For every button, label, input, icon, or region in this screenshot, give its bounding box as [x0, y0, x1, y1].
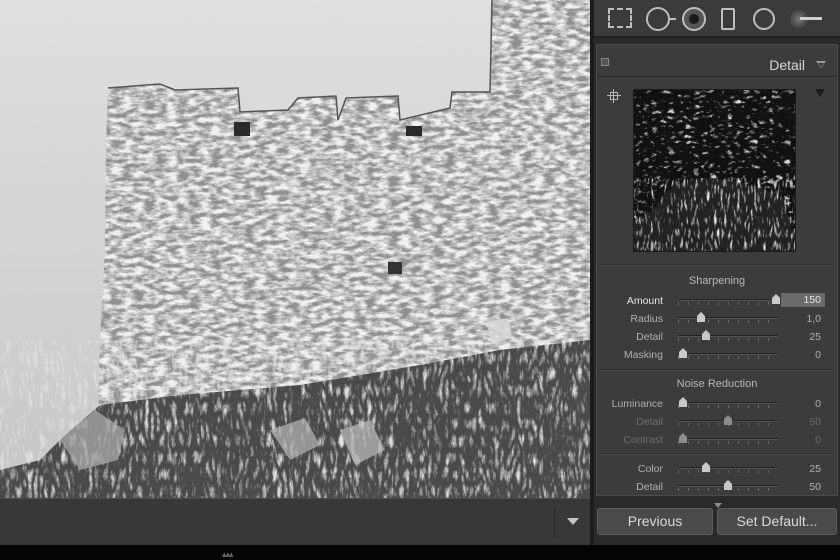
slider-ticks: [678, 338, 778, 341]
slider-row-detail[interactable]: Detail 50: [597, 478, 837, 496]
set-default-button[interactable]: Set Default...: [717, 508, 837, 535]
toolbar-menu-arrow-icon[interactable]: [567, 518, 579, 525]
slider-thumb[interactable]: [724, 480, 732, 490]
slider-track[interactable]: [678, 335, 778, 337]
slider-row-masking[interactable]: Masking 0: [597, 346, 837, 364]
slider-value[interactable]: 25: [785, 463, 821, 475]
slider-value[interactable]: 150: [781, 293, 825, 307]
slider-value[interactable]: 50: [785, 416, 821, 428]
toolbar-divider: [554, 507, 555, 537]
slider-track[interactable]: [678, 402, 778, 404]
slider-ticks: [678, 405, 778, 408]
app-window: ▴▴▴ Detail Sharpening Amount 150 Radius …: [0, 0, 840, 560]
slider-ticks: [678, 470, 778, 473]
slider-label: Color: [637, 463, 663, 475]
status-bar: ▴▴▴: [0, 545, 840, 560]
red-eye-icon[interactable]: [682, 7, 706, 31]
slider-label: Detail: [636, 331, 663, 343]
slider-thumb[interactable]: [772, 294, 780, 304]
slider-label: Radius: [630, 313, 663, 325]
slider-label: Detail: [636, 416, 663, 428]
crop-overlay-icon[interactable]: [608, 8, 632, 28]
slider-value[interactable]: 0: [785, 398, 821, 410]
panel-title: Detail: [769, 57, 805, 73]
collapse-arrow-icon[interactable]: [816, 61, 826, 68]
slider-value[interactable]: 0: [785, 349, 821, 361]
tool-strip: [594, 0, 840, 38]
slider-value[interactable]: 1,0: [785, 313, 821, 325]
slider-thumb[interactable]: [679, 348, 687, 358]
slider-track[interactable]: [678, 467, 778, 469]
slider-value[interactable]: 25: [785, 331, 821, 343]
filmstrip-toolbar: [0, 498, 590, 545]
section-divider: [599, 369, 835, 371]
target-adjust-icon[interactable]: [607, 89, 621, 103]
slider-row-luminance[interactable]: Luminance 0: [597, 395, 837, 413]
slider-label: Contrast: [623, 434, 663, 446]
slider-row-detail[interactable]: Detail 25: [597, 328, 837, 346]
detail-panel-header[interactable]: Detail: [597, 45, 837, 77]
slider-row-radius[interactable]: Radius 1,0: [597, 310, 837, 328]
preview-menu-arrow-icon[interactable]: [815, 89, 825, 97]
slider-value[interactable]: 0: [785, 434, 821, 446]
section-divider: [599, 453, 835, 455]
sharpening-title: Sharpening: [688, 275, 746, 287]
noise-reduction-title: Noise Reduction: [676, 378, 758, 390]
slider-track[interactable]: [678, 438, 778, 440]
previous-button[interactable]: Previous: [597, 508, 713, 535]
slider-row-contrast[interactable]: Contrast 0: [597, 431, 837, 449]
slider-value[interactable]: 50: [785, 481, 821, 493]
slider-label: Amount: [626, 295, 663, 307]
filmstrip-grip-icon[interactable]: ▴▴▴: [222, 549, 234, 560]
slider-label: Detail: [636, 481, 663, 493]
slider-label: Luminance: [611, 398, 663, 410]
slider-thumb[interactable]: [702, 462, 710, 472]
panel-toggle-switch[interactable]: [601, 58, 609, 66]
photo-canvas[interactable]: [0, 0, 590, 498]
slider-track[interactable]: [678, 353, 778, 355]
slider-track[interactable]: [678, 317, 778, 319]
preview-image: [634, 90, 795, 251]
detail-preview[interactable]: [633, 89, 796, 252]
slider-ticks: [678, 320, 778, 323]
slider-label: Masking: [623, 349, 663, 361]
adjustment-brush-icon[interactable]: [790, 8, 824, 30]
slider-track[interactable]: [678, 299, 778, 301]
slider-thumb[interactable]: [679, 433, 687, 443]
slider-thumb[interactable]: [697, 312, 705, 322]
detail-panel: Detail Sharpening Amount 150 Radius 1,0 …: [596, 44, 838, 508]
slider-row-color[interactable]: Color 25: [597, 460, 837, 478]
slider-ticks: [678, 302, 778, 305]
slider-thumb[interactable]: [724, 415, 732, 425]
section-divider: [599, 264, 835, 266]
radial-filter-icon[interactable]: [753, 8, 775, 30]
spot-removal-icon[interactable]: [646, 7, 676, 31]
slider-ticks: [678, 356, 778, 359]
graduated-filter-icon[interactable]: [721, 8, 735, 30]
photo-image: [0, 0, 590, 498]
slider-row-amount[interactable]: Amount 150: [597, 292, 837, 310]
slider-thumb[interactable]: [702, 330, 710, 340]
right-panel: Detail Sharpening Amount 150 Radius 1,0 …: [594, 0, 840, 545]
slider-thumb[interactable]: [679, 397, 687, 407]
slider-row-detail[interactable]: Detail 50: [597, 413, 837, 431]
slider-ticks: [678, 441, 778, 444]
